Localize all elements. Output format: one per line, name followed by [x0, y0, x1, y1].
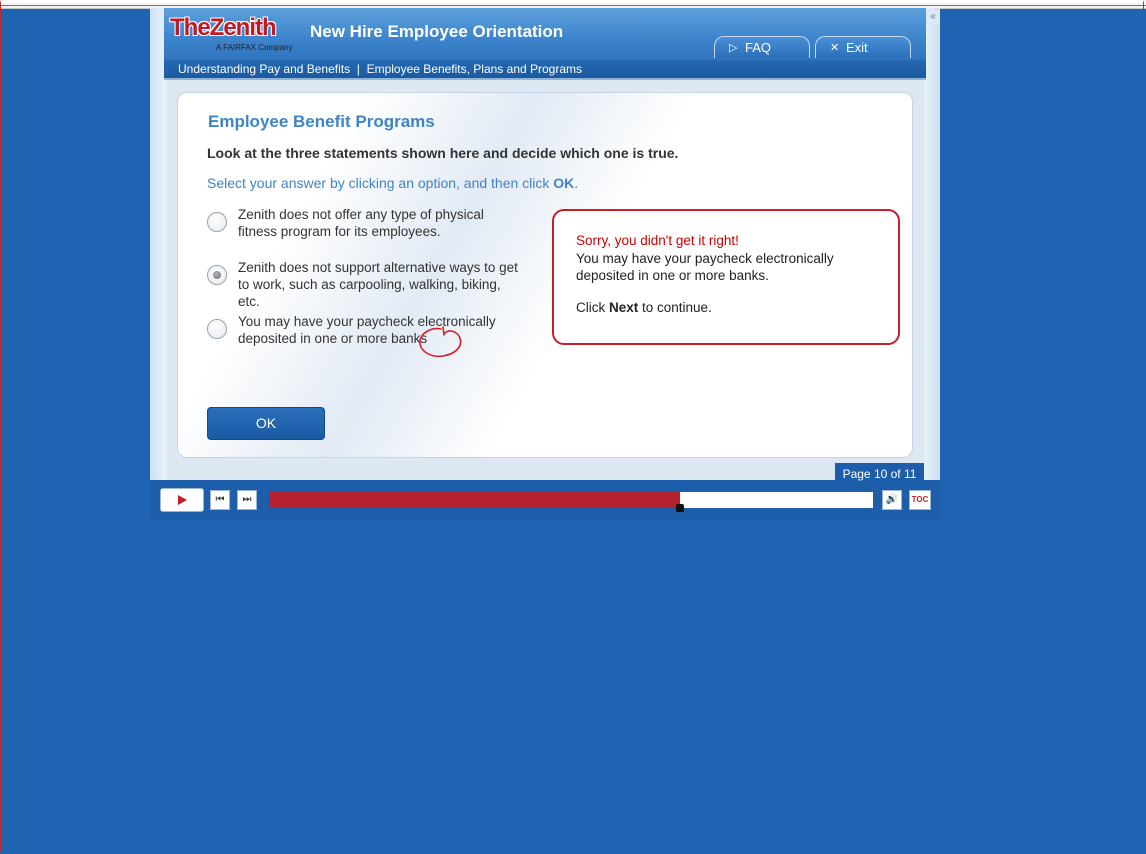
instruction-text: Select your answer by clicking an option…	[207, 175, 578, 191]
question-text: Look at the three statements shown here …	[207, 145, 679, 161]
hand-drawn-circle-annotation	[419, 326, 462, 358]
progress-bar[interactable]	[269, 492, 873, 512]
breadcrumb-bar: Understanding Pay and Benefits | Employe…	[164, 60, 926, 80]
logo-subtext: A FAIRFAX Company	[216, 43, 293, 52]
instruction-suffix: .	[574, 175, 579, 191]
next-word: Next	[609, 300, 639, 315]
speaker-icon: 🔊	[885, 494, 899, 505]
feedback-body: You may have your paycheck electronicall…	[576, 251, 834, 283]
instruction-ok: OK	[553, 175, 575, 191]
radio-button-selected[interactable]	[207, 265, 227, 285]
radio-button[interactable]	[207, 319, 227, 339]
progress-fill	[269, 492, 680, 508]
volume-button[interactable]: 🔊	[882, 490, 902, 510]
next-button[interactable]: ⏭	[237, 490, 257, 510]
ok-button[interactable]: OK	[207, 407, 325, 440]
play-arrow-icon: ▷	[729, 42, 738, 54]
exit-button[interactable]: ✕ Exit	[815, 36, 911, 58]
collapse-icon[interactable]: «	[926, 10, 940, 24]
next-suffix: to continue.	[638, 300, 712, 315]
next-prefix: Click	[576, 300, 609, 315]
toc-button[interactable]: TOC	[909, 490, 931, 510]
radio-button[interactable]	[207, 212, 227, 232]
progress-scrubber[interactable]	[675, 504, 684, 512]
logo-text: TheZenith	[170, 14, 277, 41]
faq-button[interactable]: ▷ FAQ	[714, 36, 810, 58]
option-label[interactable]: Zenith does not offer any type of physic…	[238, 206, 523, 240]
play-button[interactable]	[160, 488, 204, 512]
breadcrumb: Understanding Pay and Benefits | Employe…	[178, 62, 583, 76]
feedback-next-instruction: Click Next to continue.	[576, 300, 712, 315]
skip-back-icon: ⏮	[215, 494, 225, 505]
feedback-sorry: Sorry, you didn't get it right!	[576, 233, 739, 248]
faq-label: FAQ	[745, 40, 772, 55]
toc-label: TOC	[911, 495, 929, 504]
instruction-prefix: Select your answer by clicking an option…	[207, 175, 554, 191]
zenith-logo: TheZenith A FAIRFAX Company	[168, 14, 302, 56]
previous-button[interactable]: ⏮	[210, 490, 230, 510]
close-icon: ✕	[830, 42, 840, 54]
page-title: Employee Benefit Programs	[208, 112, 435, 131]
page-indicator: Page 10 of 11	[835, 463, 924, 483]
play-icon	[178, 495, 187, 505]
app-title: New Hire Employee Orientation	[310, 22, 564, 41]
option-label[interactable]: You may have your paycheck electronicall…	[238, 313, 523, 347]
skip-forward-icon: ⏭	[242, 494, 252, 505]
feedback-panel: Sorry, you didn't get it right! You may …	[552, 209, 900, 345]
option-label[interactable]: Zenith does not support alternative ways…	[238, 259, 523, 310]
exit-label: Exit	[846, 40, 868, 55]
